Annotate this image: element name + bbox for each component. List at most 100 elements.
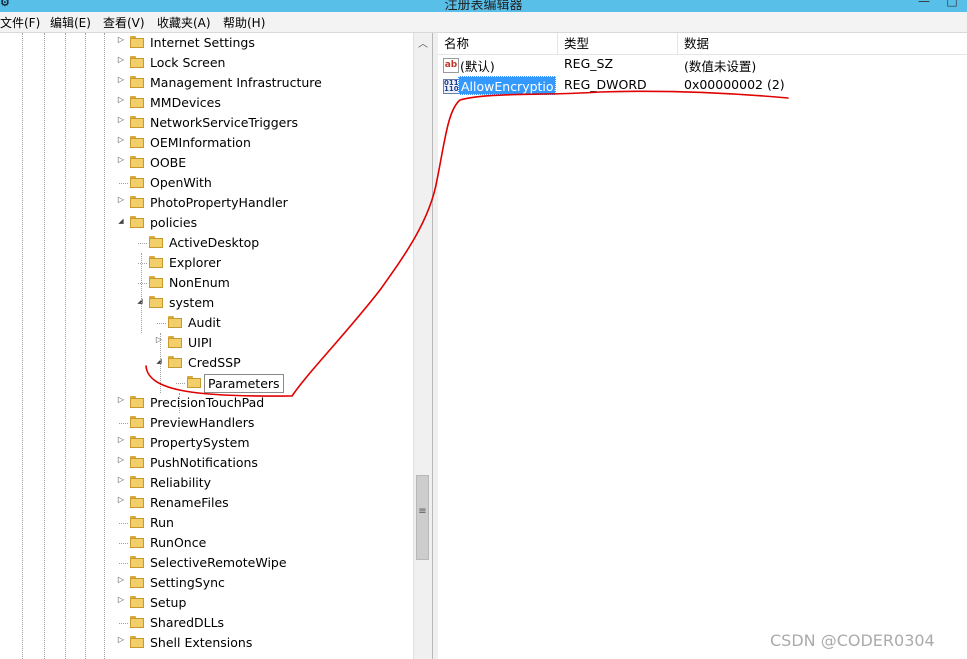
tree-node-label[interactable]: Explorer: [166, 254, 224, 271]
expand-arrow-icon[interactable]: ▷: [116, 195, 126, 204]
expand-arrow-icon[interactable]: ▷: [116, 635, 126, 644]
tree-vertical-scrollbar[interactable]: ︿ ≡: [413, 33, 432, 659]
expand-arrow-icon[interactable]: ▷: [116, 475, 126, 484]
tree-node[interactable]: ◢ CredSSP: [0, 353, 413, 373]
tree-node[interactable]: ActiveDesktop: [0, 233, 413, 253]
expand-arrow-icon[interactable]: ▷: [154, 335, 164, 344]
tree-node-label[interactable]: OEMInformation: [147, 134, 254, 151]
scroll-up-arrow-icon[interactable]: ︿: [417, 35, 429, 50]
tree-node-label[interactable]: OOBE: [147, 154, 189, 171]
tree-node-label[interactable]: NonEnum: [166, 274, 233, 291]
tree-node-label[interactable]: NetworkServiceTriggers: [147, 114, 301, 131]
value-row-allowencryption[interactable]: 011 110 AllowEncryptio... REG_DWORD 0x000…: [438, 76, 967, 96]
menu-edit[interactable]: 编辑(E): [50, 14, 91, 31]
tree-node-label[interactable]: Internet Settings: [147, 34, 258, 51]
tree-node[interactable]: ▷ NetworkServiceTriggers: [0, 113, 413, 133]
tree-node-label[interactable]: OpenWith: [147, 174, 215, 191]
tree-node-label[interactable]: UIPI: [185, 334, 215, 351]
tree-node-label[interactable]: SharedDLLs: [147, 614, 227, 631]
tree-node-label[interactable]: PrecisionTouchPad: [147, 394, 267, 411]
column-header-name[interactable]: 名称: [438, 33, 558, 54]
column-header-type[interactable]: 类型: [558, 33, 678, 54]
tree-node[interactable]: ▷ PropertySystem: [0, 433, 413, 453]
tree-node-label[interactable]: PropertySystem: [147, 434, 253, 451]
tree-node-label[interactable]: RunOnce: [147, 534, 209, 551]
maximize-button[interactable]: □: [938, 0, 966, 12]
tree-node[interactable]: ▷ OEMInformation: [0, 133, 413, 153]
tree-node[interactable]: Explorer: [0, 253, 413, 273]
tree-node-label[interactable]: Reliability: [147, 474, 214, 491]
tree-node[interactable]: ▷ OOBE: [0, 153, 413, 173]
tree-node-label[interactable]: SettingSync: [147, 574, 228, 591]
tree-node-label[interactable]: Setup: [147, 594, 189, 611]
tree-node[interactable]: ▷ PushNotifications: [0, 453, 413, 473]
tree-node[interactable]: Parameters: [0, 373, 413, 393]
tree-node[interactable]: SelectiveRemoteWipe: [0, 553, 413, 573]
expand-arrow-icon[interactable]: ▷: [116, 495, 126, 504]
tree-node-label[interactable]: PushNotifications: [147, 454, 261, 471]
tree-node-label[interactable]: RenameFiles: [147, 494, 232, 511]
expand-arrow-icon[interactable]: ▷: [116, 115, 126, 124]
tree-node[interactable]: ▷ Management Infrastructure: [0, 73, 413, 93]
tree-node[interactable]: ◢ system: [0, 293, 413, 313]
expand-arrow-icon[interactable]: ▷: [116, 575, 126, 584]
tree-node[interactable]: SharedDLLs: [0, 613, 413, 633]
collapse-arrow-icon[interactable]: ◢: [135, 297, 145, 305]
tree-node[interactable]: OpenWith: [0, 173, 413, 193]
tree-node-label[interactable]: MMDevices: [147, 94, 224, 111]
column-header-data[interactable]: 数据: [678, 33, 967, 54]
collapse-arrow-icon[interactable]: ◢: [154, 357, 164, 365]
tree-node[interactable]: ▷ PhotoPropertyHandler: [0, 193, 413, 213]
tree-node[interactable]: ▷ Reliability: [0, 473, 413, 493]
menu-help[interactable]: 帮助(H): [223, 14, 265, 31]
minimize-button[interactable]: —: [910, 0, 938, 12]
tree-node[interactable]: ▷ SettingSync: [0, 573, 413, 593]
tree-node[interactable]: RunOnce: [0, 533, 413, 553]
expand-arrow-icon[interactable]: ▷: [116, 395, 126, 404]
tree-node[interactable]: NonEnum: [0, 273, 413, 293]
expand-arrow-icon[interactable]: ▷: [116, 435, 126, 444]
value-name-selected[interactable]: AllowEncryptio...: [458, 76, 556, 95]
expand-arrow-icon[interactable]: ▷: [116, 595, 126, 604]
expand-arrow-icon[interactable]: ▷: [116, 35, 126, 44]
tree-node-label[interactable]: Management Infrastructure: [147, 74, 325, 91]
tree-node[interactable]: ▷ MMDevices: [0, 93, 413, 113]
expand-arrow-icon[interactable]: ▷: [116, 135, 126, 144]
tree-node-label[interactable]: CredSSP: [185, 354, 244, 371]
menu-file[interactable]: 文件(F): [0, 14, 40, 31]
tree-node[interactable]: ▷ UIPI: [0, 333, 413, 353]
scroll-thumb[interactable]: ≡: [416, 475, 429, 560]
menu-view[interactable]: 查看(V): [103, 14, 145, 31]
tree-node-label[interactable]: Lock Screen: [147, 54, 228, 71]
tree-node[interactable]: PreviewHandlers: [0, 413, 413, 433]
folder-icon: [168, 316, 182, 328]
expand-arrow-icon[interactable]: ▷: [116, 95, 126, 104]
collapse-arrow-icon[interactable]: ◢: [116, 217, 126, 225]
tree-node-label[interactable]: PreviewHandlers: [147, 414, 257, 431]
menu-favorites[interactable]: 收藏夹(A): [157, 14, 211, 31]
tree-node[interactable]: ▷ RenameFiles: [0, 493, 413, 513]
value-row-default[interactable]: ab (默认) REG_SZ (数值未设置): [438, 55, 967, 75]
tree-node-label[interactable]: SelectiveRemoteWipe: [147, 554, 290, 571]
registry-key-tree[interactable]: ▷ Internet Settings ▷ Lock Screen ▷ Managemen…: [0, 33, 431, 659]
expand-arrow-icon[interactable]: ▷: [116, 75, 126, 84]
expand-arrow-icon[interactable]: ▷: [116, 455, 126, 464]
expand-arrow-icon[interactable]: ▷: [116, 155, 126, 164]
tree-node[interactable]: ▷ PrecisionTouchPad: [0, 393, 413, 413]
tree-node-label[interactable]: system: [166, 294, 217, 311]
tree-node-label[interactable]: Run: [147, 514, 177, 531]
tree-node[interactable]: Audit: [0, 313, 413, 333]
tree-node[interactable]: Run: [0, 513, 413, 533]
tree-node-label-selected[interactable]: Parameters: [204, 374, 284, 393]
tree-node[interactable]: ▷ Lock Screen: [0, 53, 413, 73]
tree-node-label[interactable]: Audit: [185, 314, 224, 331]
tree-node-label[interactable]: ActiveDesktop: [166, 234, 262, 251]
tree-node[interactable]: ▷ Shell Extensions: [0, 633, 413, 653]
tree-node[interactable]: ▷ Internet Settings: [0, 33, 413, 53]
tree-node-label[interactable]: policies: [147, 214, 200, 231]
expand-arrow-icon[interactable]: ▷: [116, 55, 126, 64]
tree-node[interactable]: ◢ policies: [0, 213, 413, 233]
tree-node-label[interactable]: PhotoPropertyHandler: [147, 194, 291, 211]
tree-node-label[interactable]: Shell Extensions: [147, 634, 255, 651]
tree-node[interactable]: ▷ Setup: [0, 593, 413, 613]
